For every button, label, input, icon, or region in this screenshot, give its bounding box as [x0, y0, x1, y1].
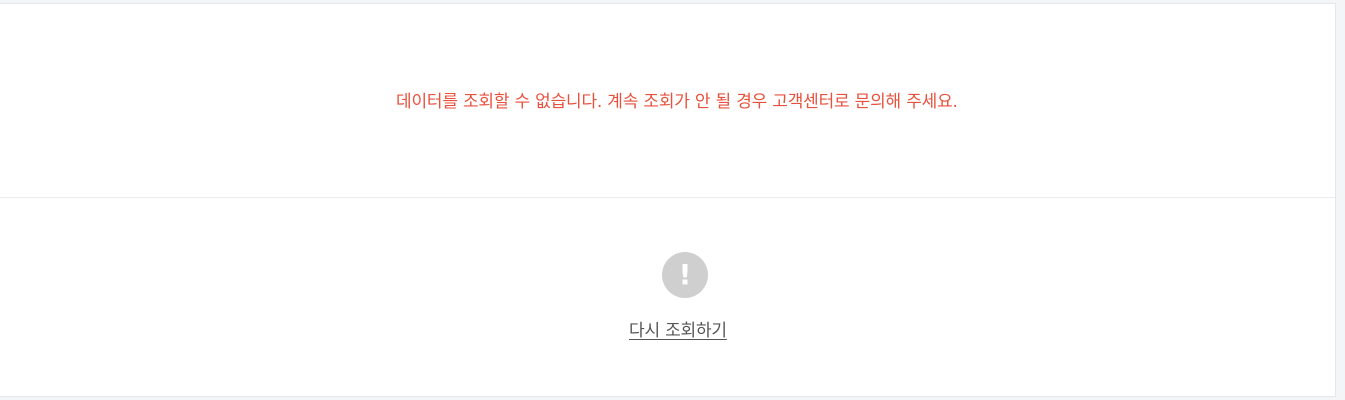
- error-message: 데이터를 조회할 수 없습니다. 계속 조회가 안 될 경우 고객센터로 문의해…: [396, 92, 958, 112]
- error-section: 데이터를 조회할 수 없습니다. 계속 조회가 안 될 경우 고객센터로 문의해…: [0, 4, 1335, 198]
- data-panel: 데이터를 조회할 수 없습니다. 계속 조회가 안 될 경우 고객센터로 문의해…: [0, 3, 1336, 397]
- exclamation-circle-icon: !: [662, 252, 708, 298]
- retry-link[interactable]: 다시 조회하기: [629, 319, 727, 343]
- retry-section: ! 다시 조회하기: [0, 198, 1335, 398]
